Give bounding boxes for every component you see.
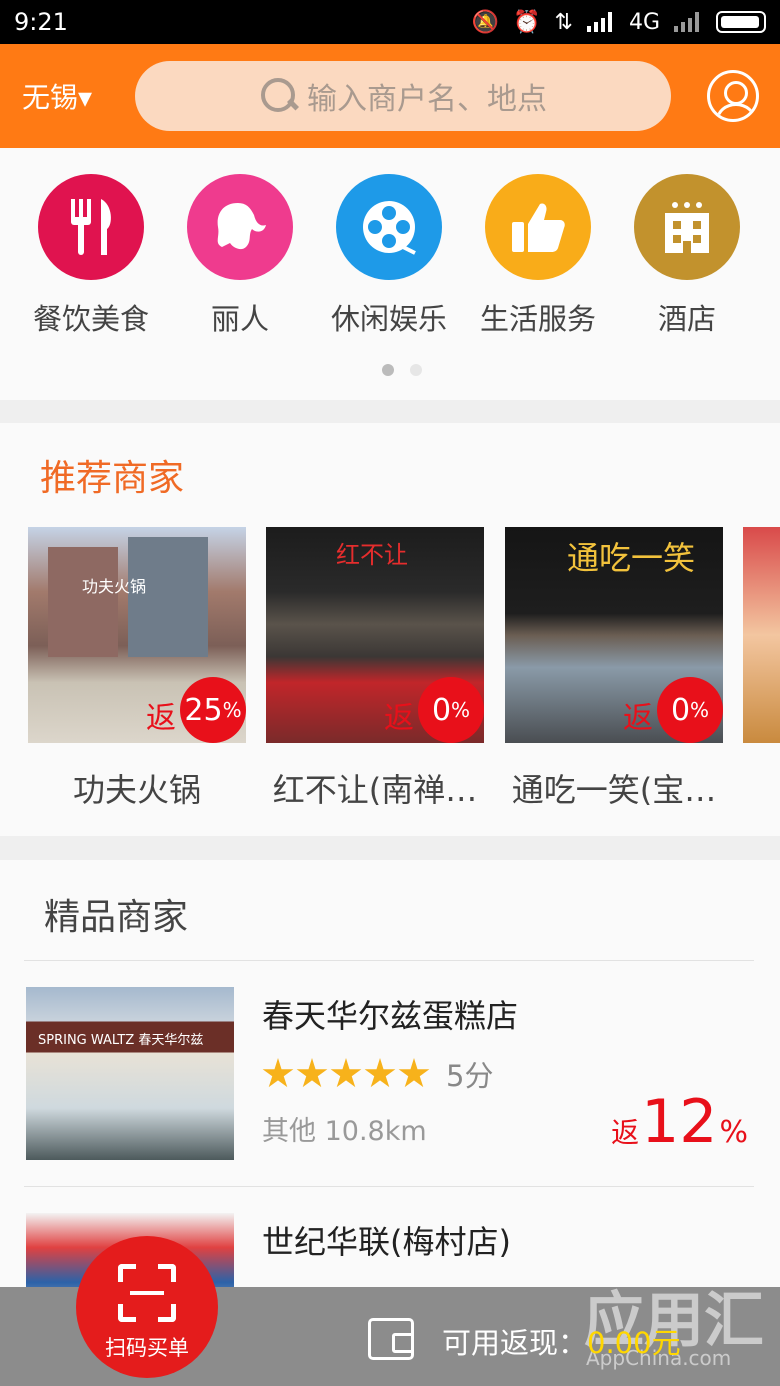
rebate-value: 0	[431, 692, 452, 728]
storefront-sign: 通吃一笑	[567, 539, 696, 577]
scan-pay-label: 扫码买单	[105, 1336, 189, 1360]
merchant-card[interactable]: 通吃一笑 返 0% 通吃一笑(宝…	[505, 527, 723, 811]
cashback-value: 0.00元	[587, 1326, 681, 1360]
wallet-icon	[368, 1318, 414, 1360]
rebate-badge: 0%	[657, 677, 723, 743]
rebate-unit: %	[690, 698, 710, 722]
merchant-name: 世纪华联(梅村店)	[262, 1223, 511, 1261]
rebate-unit: %	[719, 1115, 748, 1150]
star-icon	[398, 1058, 430, 1088]
section-title: 推荐商家	[40, 458, 185, 499]
category-label: 丽人	[210, 302, 269, 336]
mute-icon: 🔕	[471, 9, 500, 35]
merchant-photo: 功夫火锅 返 25%	[28, 527, 246, 743]
star-icon	[296, 1058, 328, 1088]
storefront-sign: SPRING WALTZ 春天华尔兹	[38, 1033, 204, 1048]
category-label: 休闲娱乐	[330, 302, 447, 336]
rebate-label: 返	[611, 1116, 640, 1149]
status-icons: 🔕 ⏰ ⇅ 4G	[472, 10, 766, 35]
divider	[24, 1186, 754, 1187]
recommended-merchants: 推荐商家 功夫火锅 返 25% 功夫火锅 红不让 返 0% 红不让(南禅… 通吃…	[0, 423, 780, 836]
merchant-photo: 红不让 返 0%	[266, 527, 484, 743]
data-transfer-icon: ⇅	[554, 9, 573, 35]
merchant-card[interactable]: 功夫火锅 返 25% 功夫火锅	[28, 527, 246, 811]
network-type: 4G	[628, 9, 660, 35]
scan-pay-button[interactable]: 扫码买单	[76, 1236, 218, 1378]
star-icon	[330, 1058, 362, 1088]
star-icon	[364, 1058, 396, 1088]
search-icon	[259, 76, 299, 116]
category-food[interactable]: 餐饮美食	[16, 174, 166, 338]
signal-2-icon	[674, 12, 702, 32]
merchant-meta: 其他 10.8km	[262, 1116, 427, 1147]
page-dot	[410, 364, 422, 376]
rating-score: 5分	[446, 1059, 494, 1093]
storefront-sign: 功夫火锅	[82, 577, 147, 596]
cashback-label: 可用返现：	[442, 1326, 588, 1360]
rating: 5分	[262, 1053, 493, 1095]
merchant-name: 功夫火锅	[72, 771, 201, 809]
rebate-value: 0	[670, 692, 691, 728]
rebate-unit: %	[222, 698, 242, 722]
page-indicator	[382, 364, 422, 376]
category-entertainment[interactable]: 休闲娱乐	[314, 174, 464, 338]
thumbs-up-icon	[485, 174, 591, 280]
scan-icon	[118, 1264, 176, 1322]
user-profile-icon[interactable]	[707, 70, 759, 122]
rebate-badge: 0%	[418, 677, 484, 743]
category-label: 餐饮美食	[32, 302, 149, 336]
merchant-card-partial[interactable]	[743, 527, 780, 743]
battery-icon	[716, 11, 766, 33]
star-icon	[262, 1058, 294, 1088]
city-selector[interactable]: 无锡▾	[0, 76, 135, 116]
status-bar: 9:21 🔕 ⏰ ⇅ 4G	[0, 0, 780, 44]
film-reel-icon	[336, 174, 442, 280]
section-title: 精品商家	[44, 897, 189, 938]
category-beauty[interactable]: 丽人	[165, 174, 315, 338]
rebate-label: 返	[623, 701, 653, 736]
header: 无锡▾ 输入商户名、地点	[0, 44, 780, 148]
rebate-value: 12	[641, 1087, 718, 1157]
rebate-label: 返	[146, 701, 176, 736]
merchant-card[interactable]: 红不让 返 0% 红不让(南禅…	[266, 527, 484, 811]
rebate-badge: 25%	[180, 677, 246, 743]
page-dot-active	[382, 364, 394, 376]
search-placeholder: 输入商户名、地点	[307, 82, 547, 117]
rebate-value: 25	[184, 692, 223, 728]
category-life-services[interactable]: 生活服务	[463, 174, 613, 338]
alarm-icon: ⏰	[513, 9, 541, 35]
woman-icon	[187, 174, 293, 280]
merchant-name: 红不让(南禅…	[272, 771, 478, 809]
hotel-icon	[634, 174, 740, 280]
merchant-row[interactable]: SPRING WALTZ 春天华尔兹 春天华尔兹蛋糕店 5分 其他 10.8km…	[0, 987, 780, 1187]
merchant-name: 春天华尔兹蛋糕店	[262, 997, 519, 1035]
status-time: 9:21	[14, 8, 68, 36]
available-cashback[interactable]: 可用返现：0.00元	[442, 1320, 681, 1362]
merchant-photo: SPRING WALTZ 春天华尔兹	[26, 987, 234, 1160]
search-input[interactable]: 输入商户名、地点	[135, 61, 671, 131]
storefront-sign: 红不让	[336, 541, 408, 569]
rebate-label: 返	[384, 701, 414, 736]
merchant-photo	[743, 527, 780, 743]
category-label: 生活服务	[479, 302, 596, 336]
category-label: 酒店	[657, 302, 716, 336]
rebate-unit: %	[451, 698, 471, 722]
rebate: 返 12 %	[611, 1087, 748, 1157]
fork-knife-icon	[38, 174, 144, 280]
divider	[24, 960, 754, 961]
category-hotel[interactable]: 酒店	[612, 174, 762, 338]
merchant-photo: 通吃一笑 返 0%	[505, 527, 723, 743]
signal-icon	[586, 12, 615, 32]
merchant-name: 通吃一笑(宝…	[511, 771, 717, 809]
category-grid: 餐饮美食 丽人 休闲娱乐 生活服务 酒店	[0, 148, 780, 400]
